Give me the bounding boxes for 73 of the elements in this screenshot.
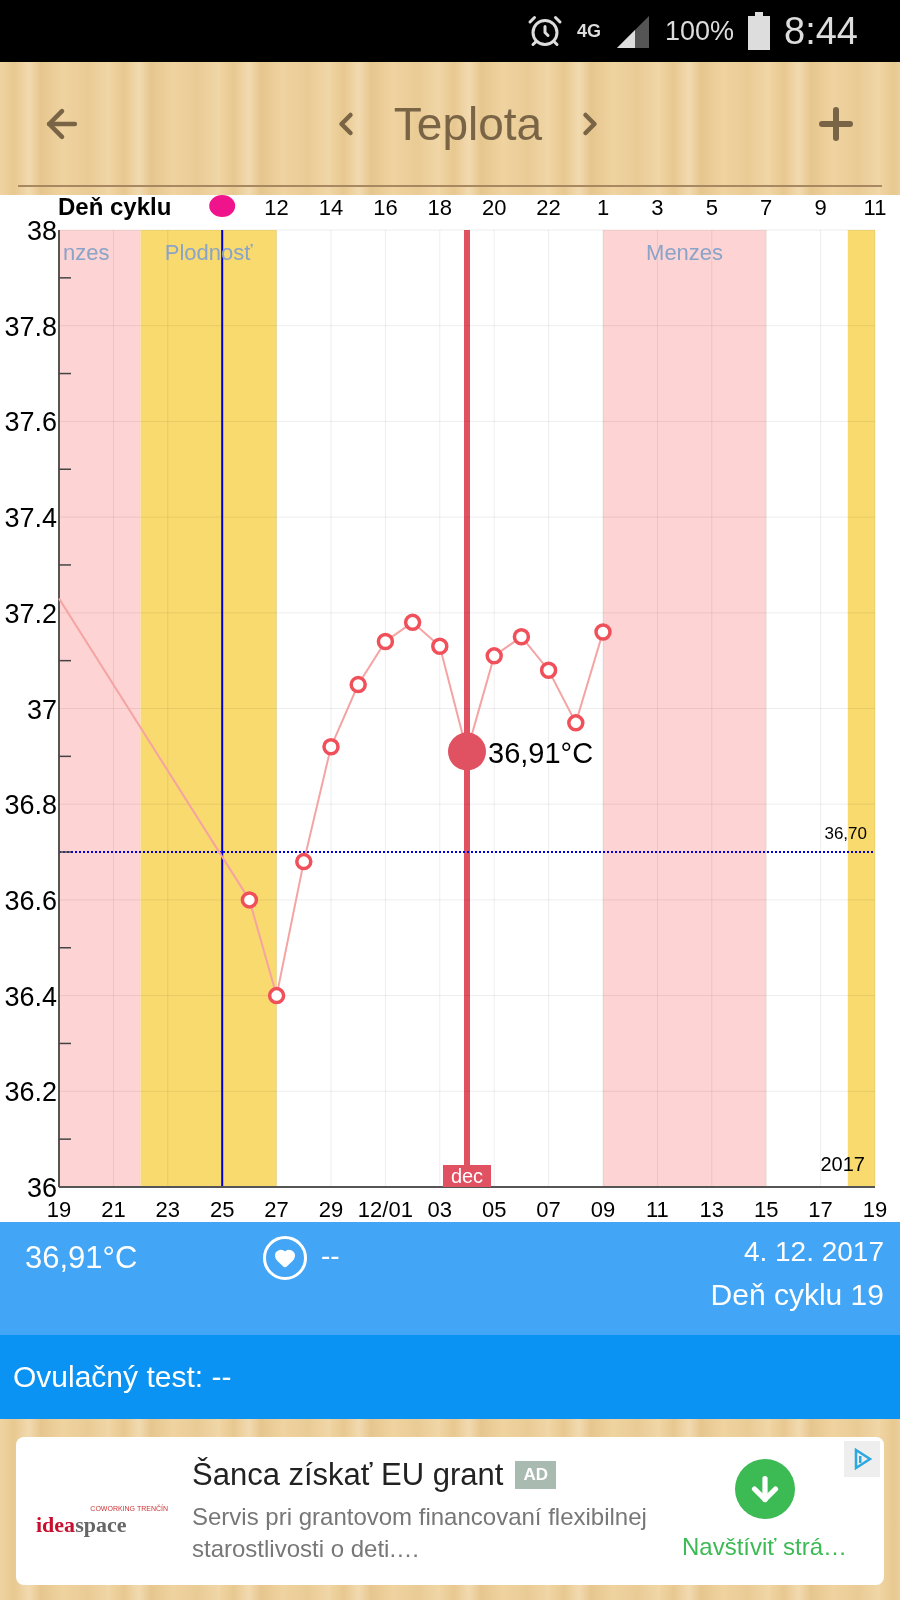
selected-value: 36,91°C: [488, 736, 594, 769]
clock: 8:44: [784, 9, 858, 53]
logo-word: space: [75, 1512, 127, 1538]
temperature-value: 36,91°C: [25, 1240, 139, 1276]
axis-label: 25: [209, 1197, 235, 1222]
axis-label: 03: [427, 1197, 453, 1222]
axis-label: 11: [863, 195, 887, 220]
axis-label: 7: [760, 195, 773, 220]
axis-label: 23: [155, 1197, 181, 1222]
axis-label: 05: [481, 1197, 507, 1222]
axis-label: 11: [646, 1197, 669, 1222]
ad-title: Šanca získať EU grant: [192, 1457, 504, 1493]
battery-icon: [748, 12, 771, 50]
phase-label: nzes: [63, 240, 110, 265]
axis-label: 21: [101, 1197, 126, 1222]
data-point: [567, 714, 585, 732]
axis-label: 15: [753, 1197, 779, 1222]
network-label: 4G: [576, 22, 601, 40]
date-label: 4. 12. 2017: [743, 1236, 884, 1268]
data-point: [267, 986, 286, 1005]
cycle-day-label: Deň cyklu 19: [710, 1278, 884, 1312]
axis-label: 37.8: [4, 311, 57, 342]
axis-label: 5: [705, 195, 718, 220]
axis-label: 20: [481, 195, 507, 220]
axis-label: 19: [862, 1197, 888, 1222]
axis-label: 07: [536, 1197, 561, 1222]
logo-word: idea: [36, 1512, 76, 1538]
ad-badge: AD: [515, 1461, 556, 1489]
axis-label: 22: [536, 195, 561, 220]
month-tag: dec: [443, 1165, 491, 1187]
data-point: [539, 661, 558, 679]
axis-label: 18: [427, 195, 453, 220]
heart-value: --: [321, 1240, 340, 1272]
battery-percent: 100%: [664, 15, 735, 47]
data-point: [594, 623, 612, 641]
data-point: [376, 632, 395, 651]
phase-label: Menzes: [646, 240, 724, 265]
data-point: [322, 738, 340, 756]
data-point: [403, 613, 422, 632]
axis-label: 37: [26, 694, 57, 725]
axis-label: 29: [318, 1197, 344, 1222]
page-title: Teplota: [393, 96, 543, 151]
adchoices-icon[interactable]: [844, 1441, 880, 1477]
axis-label: 12/01: [357, 1197, 413, 1222]
axis-label: 1: [596, 195, 610, 220]
ad-description: Servis pri grantovom financovaní flexibilnej starostlivosti o deti.…: [192, 1502, 648, 1564]
axis-label: 36.2: [4, 1077, 57, 1108]
axis-label: 27: [264, 1197, 289, 1222]
axis-label: 36.4: [4, 981, 57, 1012]
axis-label: 12: [264, 195, 289, 220]
axis-label: 16: [373, 195, 398, 220]
axis-label: 36.6: [4, 885, 57, 916]
axis-label: 3: [651, 195, 664, 220]
selected-point: [448, 732, 486, 771]
ovulation-test-label: Ovulačný test: --: [13, 1360, 232, 1394]
axis-label: 09: [590, 1197, 616, 1222]
axis-label: 17: [808, 1197, 833, 1222]
data-point: [512, 628, 531, 646]
data-point: [240, 891, 259, 909]
axis-label: 37.2: [4, 598, 57, 629]
axis-title: Deň cyklu: [58, 195, 172, 220]
axis-label: 37.6: [4, 407, 57, 438]
data-point: [349, 675, 367, 694]
axis-label: 14: [318, 195, 344, 220]
data-point: [431, 637, 449, 656]
axis-label: 36.8: [4, 790, 57, 821]
axis-label: 38: [26, 216, 57, 246]
axis-label: 9: [814, 195, 827, 220]
data-point: [295, 852, 313, 871]
alarm-icon: [526, 13, 563, 49]
axis-label: 13: [699, 1197, 725, 1222]
axis-label: 37.4: [4, 503, 57, 534]
data-point: [485, 647, 503, 665]
